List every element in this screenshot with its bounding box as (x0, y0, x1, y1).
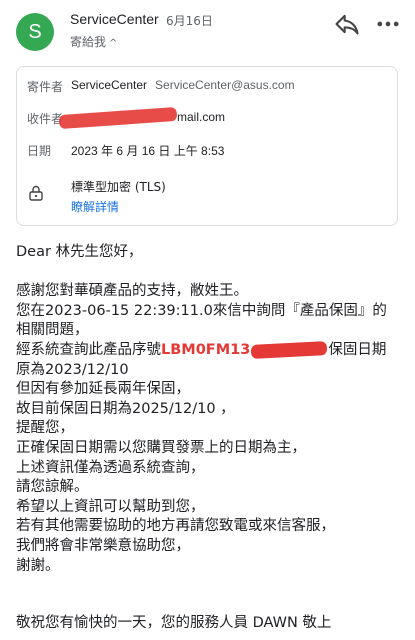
body-line: 若有其他需要協助的地方再請您致電或來信客服， (16, 518, 335, 535)
body-line: 您在2023-06-15 22:39:11.0來信中詢問『產品保固』的 (16, 302, 387, 319)
serial-prefix: 經系統查詢此產品序號 (16, 341, 161, 358)
serial-redaction (251, 340, 328, 359)
encryption-status: 標準型加密 (TLS) (71, 180, 166, 194)
chevron-up-icon[interactable]: ^ (109, 38, 117, 49)
recipient-toggle[interactable]: 寄給我 ^ (70, 33, 117, 50)
lock-icon (29, 185, 43, 201)
to-redaction (58, 106, 178, 130)
greeting: Dear 林先生您好， (16, 244, 143, 260)
body-line: 故目前保固日期為2025/12/10 ， (16, 400, 235, 417)
message-date: 6月16日 (166, 14, 213, 28)
message-header: S ServiceCenter 6月16日 寄給我 ^ (0, 0, 415, 60)
from-name: ServiceCenter (71, 78, 148, 92)
date-label: 日期 (27, 144, 52, 158)
message-details-card: 寄件者 ServiceCenter ServiceCenter@asus.com … (16, 66, 398, 226)
message-body: Dear 林先生您好， 感謝您對華碩產品的支持，敝姓王。 您在2023-06-1… (16, 243, 406, 576)
more-vert-icon[interactable] (374, 10, 402, 38)
body-line: 提醒您， (16, 420, 74, 437)
body-line: 謝謝。 (16, 557, 60, 574)
to-email: mail.com (177, 110, 226, 124)
to-label: 收件者 (27, 112, 64, 126)
serial-suffix: 保固日期 (328, 341, 387, 358)
body-line: 請您諒解。 (16, 479, 89, 496)
body-line: 希望以上資訊可以幫助到您， (16, 498, 205, 515)
from-email[interactable]: ServiceCenter@asus.com (155, 78, 295, 92)
serial-number: LBM0FM13 (161, 341, 251, 358)
from-value: ServiceCenter ServiceCenter@asus.com (71, 78, 295, 92)
date-value: 2023 年 6 月 16 日 上午 8:53 (71, 144, 225, 158)
reply-icon[interactable] (333, 10, 361, 38)
body-line: 正確保固日期需以您購買發票上的日期為主， (16, 439, 306, 456)
body-line: 感謝您對華碩產品的支持，敝姓王。 (16, 283, 248, 300)
sender-avatar[interactable]: S (16, 13, 54, 51)
body-line: 相關問題， (16, 322, 89, 339)
body-line: 原為2023/12/10 (16, 361, 129, 378)
learn-more-link[interactable]: 瞭解詳情 (71, 198, 119, 215)
from-label: 寄件者 (27, 80, 64, 94)
body-line: 我們將會非常樂意協助您， (16, 537, 190, 554)
sender-name[interactable]: ServiceCenter (70, 11, 159, 27)
recipient-label: 寄給我 (70, 35, 107, 49)
body-line: 上述資訊僅為透過系統查詢， (16, 459, 205, 476)
serial-line: 經系統查詢此產品序號LBM0FM13 保固日期 (16, 340, 406, 361)
body-line: 但因有參加延長兩年保固， (16, 381, 190, 398)
closing-line: 敬祝您有愉快的一天，您的服務人員 DAWN 敬上 (16, 615, 332, 631)
